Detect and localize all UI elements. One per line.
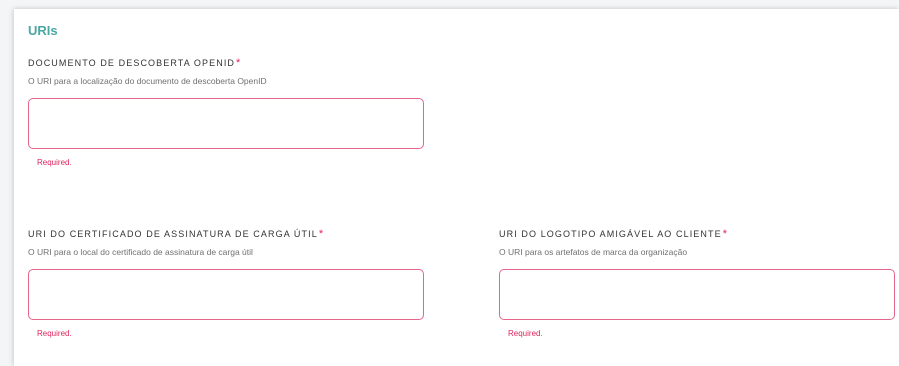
logo-uri-description: O URI para os artefatos de marca da orga…: [499, 247, 688, 257]
openid-discovery-field: DOCUMENTO DE DESCOBERTA OPENID* O URI pa…: [28, 57, 424, 167]
openid-discovery-input[interactable]: [28, 98, 424, 149]
uris-card: URIs DOCUMENTO DE DESCOBERTA OPENID* O U…: [14, 9, 899, 366]
openid-discovery-description: O URI para a localização do documento de…: [28, 76, 267, 86]
logo-uri-error: Required.: [508, 329, 543, 338]
logo-uri-field: URI DO LOGOTIPO AMIGÁVEL AO CLIENTE* O U…: [499, 228, 895, 338]
payload-cert-input[interactable]: [28, 269, 424, 320]
payload-cert-description: O URI para o local do certificado de ass…: [28, 247, 253, 257]
logo-uri-input[interactable]: [499, 269, 895, 320]
openid-discovery-error: Required.: [37, 158, 72, 167]
required-asterisk: *: [318, 228, 325, 240]
required-asterisk: *: [722, 228, 729, 240]
required-asterisk: *: [236, 57, 242, 69]
payload-cert-error: Required.: [37, 329, 72, 338]
payload-cert-field: URI DO CERTIFICADO DE ASSINATURA DE CARG…: [28, 228, 424, 338]
payload-cert-label: URI DO CERTIFICADO DE ASSINATURA DE CARG…: [28, 228, 325, 240]
section-title: URIs: [28, 23, 58, 38]
logo-uri-label: URI DO LOGOTIPO AMIGÁVEL AO CLIENTE*: [499, 228, 729, 240]
openid-discovery-label: DOCUMENTO DE DESCOBERTA OPENID*: [28, 57, 242, 69]
